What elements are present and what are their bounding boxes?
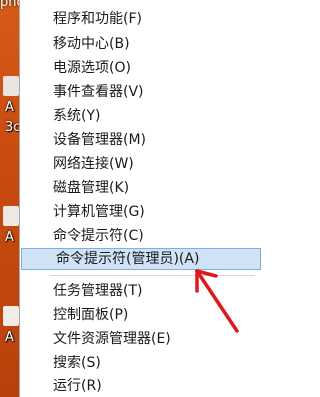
menu-separator <box>50 275 255 276</box>
menu-item-event-viewer[interactable]: 事件查看器(V) <box>53 81 144 103</box>
menu-item-file-explorer[interactable]: 文件资源管理器(E) <box>53 328 171 350</box>
desktop-shortcut-icon[interactable] <box>3 206 19 226</box>
menu-item-task-manager[interactable]: 任务管理器(T) <box>53 280 142 302</box>
desktop-shortcut-label[interactable]: A <box>5 101 14 115</box>
menu-item-command-prompt-admin[interactable]: 命令提示符(管理员)(A) <box>21 248 261 270</box>
menu-item-command-prompt[interactable]: 命令提示符(C) <box>53 225 144 247</box>
menu-item-power-options[interactable]: 电源选项(O) <box>53 57 131 79</box>
menu-item-run[interactable]: 运行(R) <box>53 375 102 397</box>
desktop-shortcut-label[interactable]: A <box>5 231 14 245</box>
menu-item-search[interactable]: 搜索(S) <box>53 352 101 374</box>
menu-item-disk-management[interactable]: 磁盘管理(K) <box>53 177 129 199</box>
desktop-shortcut-label[interactable]: A <box>5 331 14 345</box>
menu-item-device-manager[interactable]: 设备管理器(M) <box>53 129 146 151</box>
menu-item-mobility-center[interactable]: 移动中心(B) <box>53 33 130 55</box>
menu-item-computer-management[interactable]: 计算机管理(G) <box>53 201 145 223</box>
desktop-shortcut-icon[interactable] <box>3 306 19 326</box>
menu-item-network-connections[interactable]: 网络连接(W) <box>53 153 134 175</box>
menu-item-programs-features[interactable]: 程序和功能(F) <box>53 8 142 30</box>
desktop-shortcut-icon[interactable] <box>3 76 19 96</box>
winx-context-menu: 程序和功能(F) 移动中心(B) 电源选项(O) 事件查看器(V) 系统(Y) … <box>19 0 263 397</box>
menu-item-control-panel[interactable]: 控制面板(P) <box>53 304 128 326</box>
menu-item-system[interactable]: 系统(Y) <box>53 105 100 127</box>
